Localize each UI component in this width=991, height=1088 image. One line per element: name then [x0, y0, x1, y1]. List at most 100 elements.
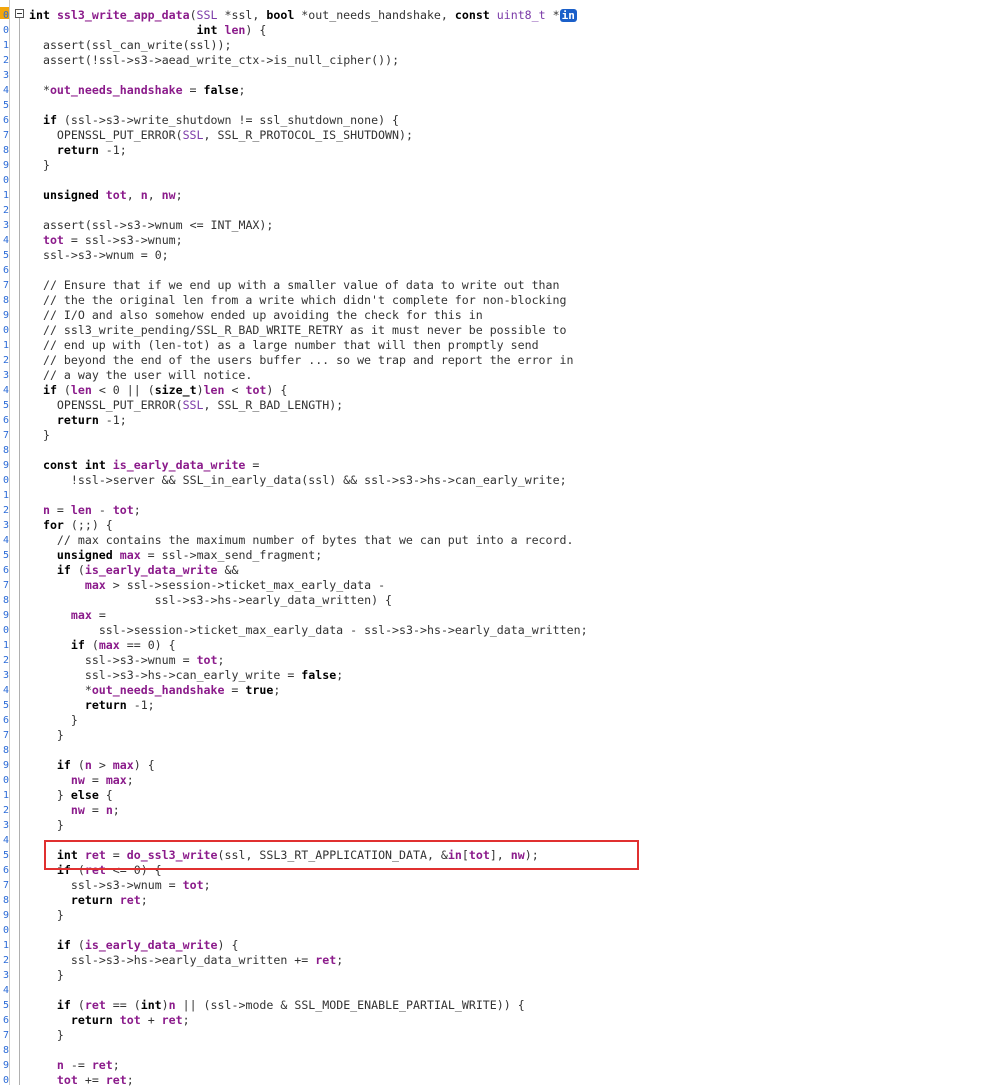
- line-number: 6: [2, 1015, 9, 1026]
- line-number-gutter: 0 0 1 2 3 4 5 6 7 8 9 0 1 2 3 4 5 6 7 8 9 0 1 2 3 4 5 6 7 8 9 0 1 2 3 4 5 6 7 8…: [0, 0, 9, 1085]
- code-line[interactable]: !ssl->server && SSL_in_early_data(ssl) &…: [29, 473, 991, 488]
- code-line[interactable]: // I/O and also somehow ended up avoidin…: [29, 308, 991, 323]
- code-line[interactable]: unsigned max = ssl->max_send_fragment;: [29, 548, 991, 563]
- code-line[interactable]: [29, 263, 991, 278]
- code-line[interactable]: OPENSSL_PUT_ERROR(SSL, SSL_R_BAD_LENGTH)…: [29, 398, 991, 413]
- code-line[interactable]: }: [29, 818, 991, 833]
- code-line[interactable]: // beyond the end of the users buffer ..…: [29, 353, 991, 368]
- code-area[interactable]: int ssl3_write_app_data(SSL *ssl, bool *…: [29, 8, 991, 1088]
- code-line[interactable]: if (is_early_data_write &&: [29, 563, 991, 578]
- code-line[interactable]: unsigned tot, n, nw;: [29, 188, 991, 203]
- code-line[interactable]: }: [29, 713, 991, 728]
- code-line[interactable]: [29, 923, 991, 938]
- line-number: 8: [2, 595, 9, 606]
- code-line[interactable]: return ret;: [29, 893, 991, 908]
- code-line[interactable]: max > ssl->session->ticket_max_early_dat…: [29, 578, 991, 593]
- code-line[interactable]: ssl->session->ticket_max_early_data - ss…: [29, 623, 991, 638]
- code-line[interactable]: max =: [29, 608, 991, 623]
- code-line[interactable]: assert(ssl_can_write(ssl));: [29, 38, 991, 53]
- code-editor[interactable]: 0 0 1 2 3 4 5 6 7 8 9 0 1 2 3 4 5 6 7 8 9 0 1 2 3 4 5 6 7 8 9 0 1 2 3 4 5 6 7 8…: [0, 0, 991, 1088]
- code-line[interactable]: OPENSSL_PUT_ERROR(SSL, SSL_R_PROTOCOL_IS…: [29, 128, 991, 143]
- code-line[interactable]: if (ssl->s3->write_shutdown != ssl_shutd…: [29, 113, 991, 128]
- code-line[interactable]: if (ret == (int)n || (ssl->mode & SSL_MO…: [29, 998, 991, 1013]
- line-number: 6: [2, 865, 9, 876]
- code-line[interactable]: n -= ret;: [29, 1058, 991, 1073]
- code-line[interactable]: *out_needs_handshake = true;: [29, 683, 991, 698]
- code-line[interactable]: // the the original len from a write whi…: [29, 293, 991, 308]
- code-line[interactable]: [29, 203, 991, 218]
- code-line[interactable]: if (is_early_data_write) {: [29, 938, 991, 953]
- code-line[interactable]: int ret = do_ssl3_write(ssl, SSL3_RT_APP…: [29, 848, 991, 863]
- line-number: 5: [2, 550, 9, 561]
- code-line[interactable]: tot += ret;: [29, 1073, 991, 1088]
- line-number: 3: [2, 370, 9, 381]
- code-line[interactable]: nw = max;: [29, 773, 991, 788]
- code-line[interactable]: ssl->s3->hs->early_data_written += ret;: [29, 953, 991, 968]
- code-line[interactable]: // end up with (len-tot) as a large numb…: [29, 338, 991, 353]
- line-number: 0: [2, 175, 9, 186]
- code-line[interactable]: return -1;: [29, 413, 991, 428]
- line-number: 3: [2, 820, 9, 831]
- code-line[interactable]: [29, 173, 991, 188]
- line-number: 6: [2, 715, 9, 726]
- code-line[interactable]: [29, 983, 991, 998]
- code-line[interactable]: assert(!ssl->s3->aead_write_ctx->is_null…: [29, 53, 991, 68]
- line-number: 8: [2, 745, 9, 756]
- code-line[interactable]: int ssl3_write_app_data(SSL *ssl, bool *…: [29, 8, 991, 23]
- code-line[interactable]: [29, 488, 991, 503]
- line-number: 0: [2, 1075, 9, 1085]
- code-line[interactable]: // ssl3_write_pending/SSL_R_BAD_WRITE_RE…: [29, 323, 991, 338]
- code-line[interactable]: nw = n;: [29, 803, 991, 818]
- line-number: 9: [2, 310, 9, 321]
- line-number: 0: [2, 25, 9, 36]
- code-line[interactable]: ssl->s3->wnum = tot;: [29, 878, 991, 893]
- code-line[interactable]: [29, 743, 991, 758]
- code-line[interactable]: }: [29, 908, 991, 923]
- code-line[interactable]: const int is_early_data_write =: [29, 458, 991, 473]
- code-line[interactable]: [29, 833, 991, 848]
- code-line[interactable]: [29, 1043, 991, 1058]
- code-line[interactable]: } else {: [29, 788, 991, 803]
- code-line[interactable]: *out_needs_handshake = false;: [29, 83, 991, 98]
- line-number: 5: [2, 250, 9, 261]
- code-line[interactable]: ssl->s3->wnum = tot;: [29, 653, 991, 668]
- code-line[interactable]: [29, 98, 991, 113]
- code-line[interactable]: if (len < 0 || (size_t)len < tot) {: [29, 383, 991, 398]
- line-number: 7: [2, 730, 9, 741]
- code-line[interactable]: }: [29, 728, 991, 743]
- code-line[interactable]: // Ensure that if we end up with a small…: [29, 278, 991, 293]
- line-number: 9: [2, 760, 9, 771]
- code-line[interactable]: }: [29, 1028, 991, 1043]
- code-line[interactable]: if (max == 0) {: [29, 638, 991, 653]
- line-number: 6: [2, 265, 9, 276]
- line-number: 5: [2, 400, 9, 411]
- code-line[interactable]: ssl->s3->hs->early_data_written) {: [29, 593, 991, 608]
- code-line[interactable]: return -1;: [29, 698, 991, 713]
- line-number: 3: [2, 70, 9, 81]
- line-number: 4: [2, 235, 9, 246]
- code-line[interactable]: n = len - tot;: [29, 503, 991, 518]
- code-line[interactable]: }: [29, 968, 991, 983]
- code-line[interactable]: [29, 68, 991, 83]
- line-number: 6: [2, 565, 9, 576]
- code-line[interactable]: if (n > max) {: [29, 758, 991, 773]
- code-line[interactable]: return tot + ret;: [29, 1013, 991, 1028]
- code-line[interactable]: ssl->s3->wnum = 0;: [29, 248, 991, 263]
- line-number: 7: [2, 280, 9, 291]
- line-number: 5: [2, 1000, 9, 1011]
- code-line[interactable]: for (;;) {: [29, 518, 991, 533]
- line-number: 0: [2, 475, 9, 486]
- code-line[interactable]: // max contains the maximum number of by…: [29, 533, 991, 548]
- code-line[interactable]: [29, 443, 991, 458]
- code-line[interactable]: return -1;: [29, 143, 991, 158]
- code-line[interactable]: if (ret <= 0) {: [29, 863, 991, 878]
- code-line[interactable]: int len) {: [29, 23, 991, 38]
- fold-collapse-icon[interactable]: [15, 9, 24, 18]
- code-line[interactable]: // a way the user will notice.: [29, 368, 991, 383]
- line-number: 2: [2, 655, 9, 666]
- code-line[interactable]: ssl->s3->hs->can_early_write = false;: [29, 668, 991, 683]
- code-line[interactable]: assert(ssl->s3->wnum <= INT_MAX);: [29, 218, 991, 233]
- code-line[interactable]: }: [29, 428, 991, 443]
- code-line[interactable]: }: [29, 158, 991, 173]
- code-line[interactable]: tot = ssl->s3->wnum;: [29, 233, 991, 248]
